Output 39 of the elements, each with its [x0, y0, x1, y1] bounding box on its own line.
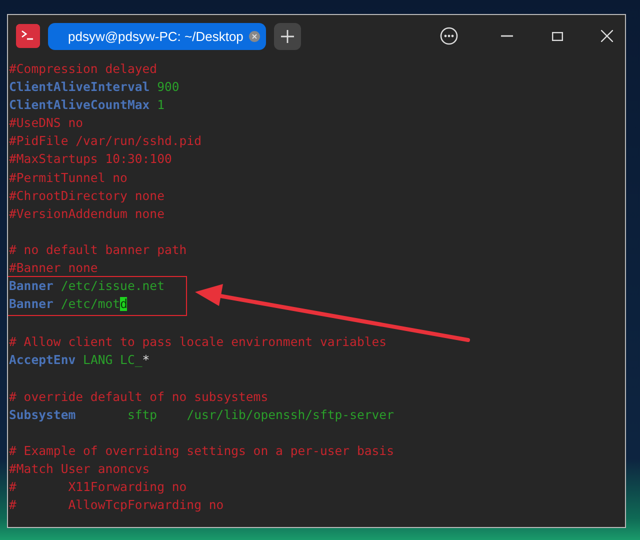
terminal-app-icon	[16, 24, 40, 48]
code-text: ClientAliveCountMax	[9, 98, 150, 112]
code-text: sftp /usr/lib/openssh/sftp-server	[126, 408, 394, 422]
close-tab-icon[interactable]	[249, 30, 260, 42]
terminal-tab[interactable]: pdsyw@pdsyw-PC: ~/Desktop	[48, 22, 266, 50]
code-text: Banner	[9, 279, 54, 294]
code-text: /etc/issue.net	[60, 279, 164, 294]
code-text: ClientAliveInterval	[9, 80, 150, 94]
code-text: # no default banner path	[9, 242, 187, 257]
more-icon	[440, 27, 458, 45]
code-text: #Match User anoncvs	[9, 462, 150, 476]
code-text: # X11Forwarding no	[9, 480, 187, 494]
minimize-icon	[501, 35, 513, 37]
close-icon	[601, 30, 613, 42]
code-text: Subsystem	[9, 408, 76, 422]
text-cursor: d	[120, 297, 128, 312]
code-text: 1	[156, 98, 164, 112]
code-text: *	[142, 353, 150, 368]
code-text: # AllowTcpForwarding no	[9, 498, 224, 512]
code-text: #VersionAddendum none	[9, 206, 164, 221]
code-text: #PermitTunnel no	[9, 170, 128, 185]
code-text: /etc/mot	[60, 297, 120, 312]
plus-icon	[281, 30, 294, 42]
code-text: # Allow client to pass locale environment variables	[9, 335, 387, 350]
code-text: #Compression delayed	[9, 62, 158, 76]
code-text: AcceptEnv	[9, 353, 76, 368]
code-text: #PidFile /var/run/sshd.pid	[9, 134, 202, 148]
code-text: Banner	[9, 297, 54, 312]
menu-button[interactable]	[439, 26, 459, 46]
maximize-icon	[552, 32, 562, 40]
code-text: #MaxStartups 10:30:100	[9, 152, 172, 166]
code-text: # Example of overriding settings on a per-user basis	[9, 444, 394, 458]
code-text: #UseDNS no	[9, 116, 84, 130]
code-text: LANG LC_	[82, 353, 142, 368]
code-text: #ChrootDirectory none	[9, 188, 164, 203]
code-text: #Banner none	[9, 261, 98, 276]
code-text: 900	[156, 80, 180, 94]
new-tab-button[interactable]	[274, 22, 302, 50]
code-text: # override default of no subsystems	[9, 390, 268, 404]
